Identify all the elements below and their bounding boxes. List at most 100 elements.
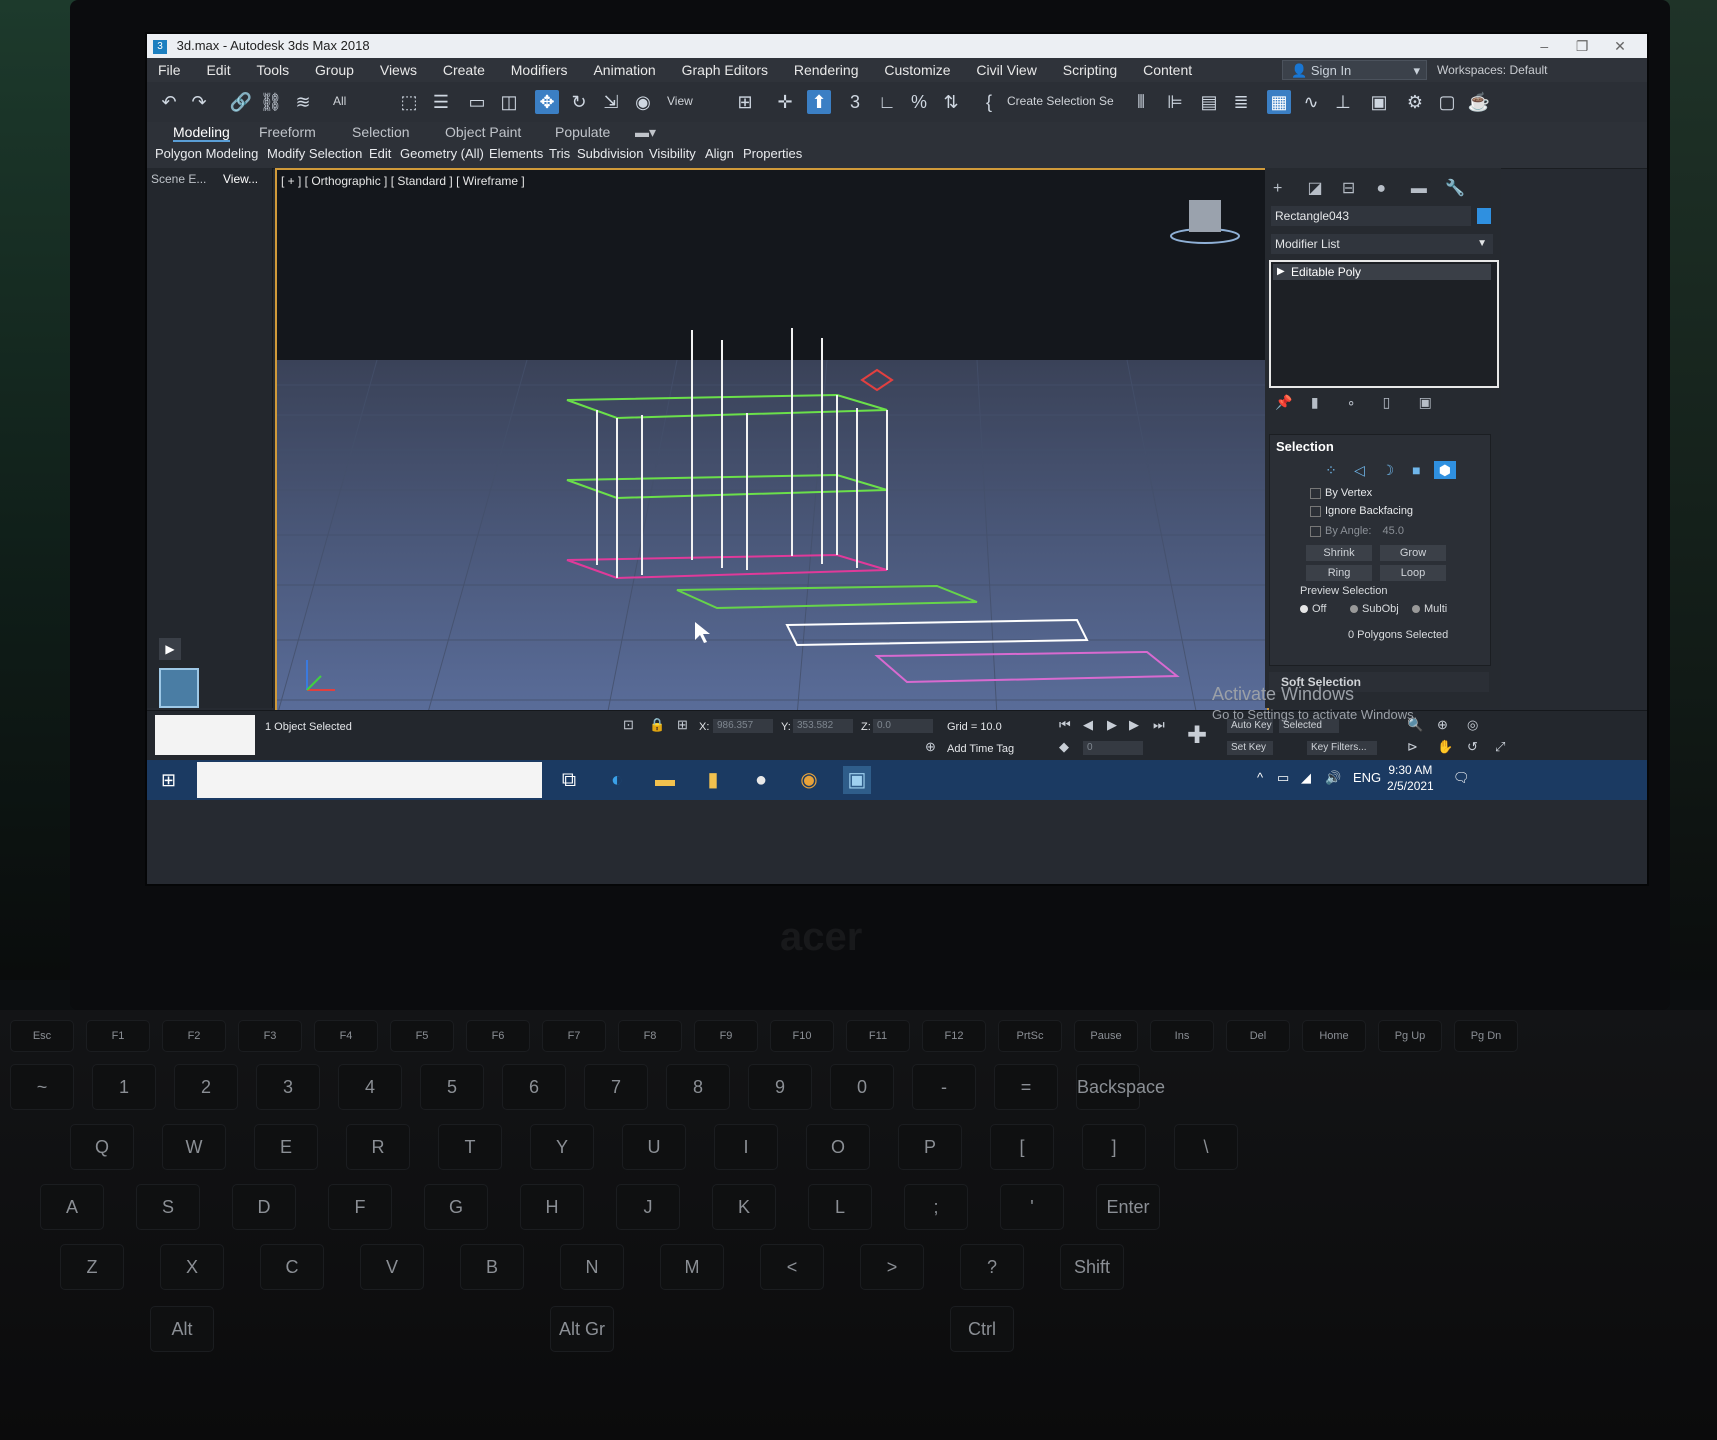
curve-editor-icon[interactable]: ∿ [1299,90,1323,114]
play-animation-icon[interactable]: ▶ [1107,717,1117,733]
battery-icon[interactable]: ▭ [1277,770,1289,786]
menu-create[interactable]: Create [432,58,496,82]
ribbon-tab-populate[interactable]: Populate [555,124,610,140]
keyboard-key[interactable]: W [162,1124,226,1170]
key-filters-button[interactable]: Key Filters... [1307,741,1377,755]
keyboard-key[interactable]: Pg Dn [1454,1020,1518,1052]
keyboard-key[interactable]: E [254,1124,318,1170]
transform-axis-icon[interactable]: ✛ [773,90,797,114]
previous-frame-icon[interactable]: ◀ [1083,717,1093,733]
show-hidden-icons[interactable]: ^ [1257,770,1263,785]
pan-icon[interactable]: ✋ [1437,739,1453,755]
view-tab[interactable]: View... [223,172,258,186]
undo-icon[interactable]: ↶ [157,90,181,114]
shrink-button[interactable]: Shrink [1306,545,1372,561]
lock-icon[interactable]: 🔒 [649,717,665,733]
keyboard-key[interactable]: C [260,1244,324,1290]
create-tab-icon[interactable]: + [1273,180,1303,198]
keyboard-key[interactable]: Alt [150,1306,214,1352]
select-by-name-icon[interactable]: ☰ [429,90,453,114]
modifier-list-dropdown[interactable]: Modifier List ▼ [1271,234,1493,254]
polygon-level-icon[interactable]: ■ [1405,461,1427,479]
keyboard-key[interactable]: ~ [10,1064,74,1110]
set-key-button[interactable]: Set Key [1227,741,1273,755]
keyboard-key[interactable]: Home [1302,1020,1366,1052]
spinner-snap-icon[interactable]: ⇅ [939,90,963,114]
keyboard-key[interactable]: F4 [314,1020,378,1052]
ribbon-tab-freeform[interactable]: Freeform [259,124,316,140]
3ds-max-taskbar-icon[interactable]: ▣ [843,766,871,794]
keyboard-key[interactable]: U [622,1124,686,1170]
maximize-icon[interactable]: ❐ [1565,34,1599,58]
keyboard-key[interactable]: I [714,1124,778,1170]
add-time-tag[interactable]: Add Time Tag [947,743,1014,755]
keyboard-key[interactable]: < [760,1244,824,1290]
edit-named-selection-icon[interactable]: { [977,90,1001,114]
isolate-selection-icon[interactable]: ⊡ [623,717,634,733]
keyboard-key[interactable]: Pause [1074,1020,1138,1052]
scene-explorer-tab[interactable]: Scene E... [151,172,206,186]
toggle-ribbon-icon[interactable]: ▦ [1267,90,1291,114]
redo-icon[interactable]: ↷ [187,90,211,114]
ribbon-visibility[interactable]: Visibility [649,146,696,161]
viewport-orthographic[interactable]: [ + ] [ Orthographic ] [ Standard ] [ Wi… [275,168,1269,718]
place-icon[interactable]: ◉ [631,90,655,114]
menu-modifiers[interactable]: Modifiers [500,58,579,82]
edge-level-icon[interactable]: ◁ [1348,461,1370,479]
menu-file[interactable]: File [147,58,192,82]
menu-civil-view[interactable]: Civil View [965,58,1047,82]
ribbon-align[interactable]: Align [705,146,734,161]
taskbar-search-box[interactable] [197,762,542,798]
keyboard-key[interactable]: - [912,1064,976,1110]
keyboard-key[interactable]: Ins [1150,1020,1214,1052]
field-of-view-icon[interactable]: ⊳ [1407,739,1418,755]
maxscript-listener[interactable] [155,715,255,755]
set-key-icon[interactable]: ✚ [1187,721,1207,750]
utilities-tab-icon[interactable]: 🔧 [1445,178,1475,198]
keyboard-key[interactable]: L [808,1184,872,1230]
workspaces-selector[interactable]: Workspaces: Default [1437,58,1548,82]
ribbon-tris[interactable]: Tris [549,146,570,161]
by-angle-checkbox[interactable]: By Angle: 45.0 [1310,525,1404,537]
next-frame-icon[interactable]: ▶ [1129,717,1139,733]
pin-stack-icon[interactable]: 📌 [1275,394,1307,411]
snaps-toggle-icon[interactable]: 3 [843,90,867,114]
ribbon-geometry-all[interactable]: Geometry (All) [400,146,484,161]
keyboard-key[interactable]: 2 [174,1064,238,1110]
keyboard-key[interactable]: 4 [338,1064,402,1110]
keyboard-key[interactable]: Pg Up [1378,1020,1442,1052]
keyboard-key[interactable]: D [232,1184,296,1230]
configure-sets-icon[interactable]: ▣ [1419,394,1451,411]
keyboard-key[interactable]: O [806,1124,870,1170]
select-object-icon[interactable]: ⬚ [397,90,421,114]
percent-snap-icon[interactable]: % [907,90,931,114]
vertex-level-icon[interactable]: ⁘ [1320,461,1342,479]
rendered-frame-icon[interactable]: ▢ [1435,90,1459,114]
zoom-all-icon[interactable]: ⊕ [1437,717,1448,733]
keyboard-key[interactable]: [ [990,1124,1054,1170]
ribbon-tab-modeling[interactable]: Modeling [173,124,230,142]
unlink-icon[interactable]: ⛓ [259,90,283,114]
display-tab-icon[interactable]: ▬ [1411,180,1441,198]
keyboard-key[interactable]: P [898,1124,962,1170]
ring-button[interactable]: Ring [1306,565,1372,581]
scale-icon[interactable]: ⇲ [599,90,623,114]
edge-browser-icon[interactable]: ◐ [603,766,631,794]
keyboard-key[interactable]: G [424,1184,488,1230]
time-tag-icon[interactable]: ⊕ [925,739,936,755]
key-mode-icon[interactable]: ◆ [1059,739,1069,755]
rectangle-selection-icon[interactable]: ▭ [465,90,489,114]
keyboard-key[interactable]: 0 [830,1064,894,1110]
grow-button[interactable]: Grow [1380,545,1446,561]
ignore-backfacing-checkbox[interactable]: Ignore Backfacing [1310,505,1413,517]
language-indicator[interactable]: ENG [1353,770,1381,785]
menu-animation[interactable]: Animation [582,58,666,82]
task-view-icon[interactable]: ⧉ [555,766,583,794]
keyboard-key[interactable]: J [616,1184,680,1230]
keyboard-key[interactable]: R [346,1124,410,1170]
keyboard-key[interactable]: 5 [420,1064,484,1110]
keyboard-key[interactable]: Alt Gr [550,1306,614,1352]
make-unique-icon[interactable]: ∘ [1347,394,1379,411]
border-level-icon[interactable]: ☽ [1377,461,1399,479]
keyboard-key[interactable]: Q [70,1124,134,1170]
